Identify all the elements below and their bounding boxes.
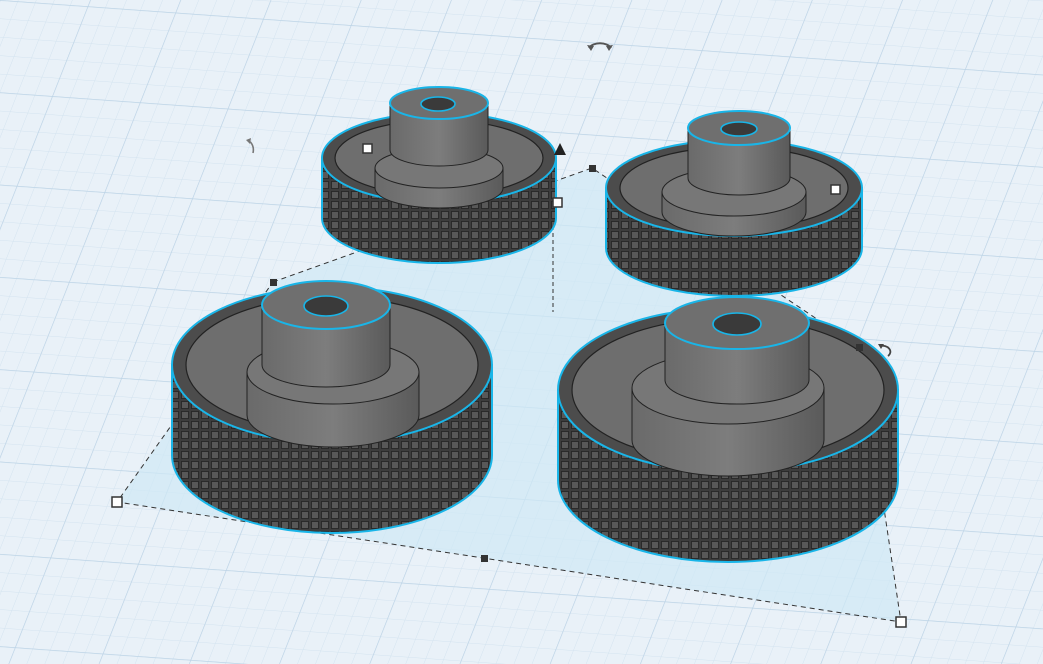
wheel-front-left[interactable] <box>171 280 493 534</box>
resize-handle-front-right[interactable] <box>895 616 907 628</box>
workplane-canvas[interactable] <box>0 0 1043 664</box>
resize-handle-back-mid[interactable] <box>552 197 563 208</box>
resize-handle-back-left[interactable] <box>362 143 373 154</box>
edge-handle-front[interactable] <box>481 555 488 562</box>
edge-handle-back[interactable] <box>589 165 596 172</box>
wheel-front-right[interactable] <box>557 296 899 563</box>
edge-handle-left[interactable] <box>270 279 277 286</box>
workplane-viewport[interactable] <box>0 0 1043 664</box>
resize-handle-back-right[interactable] <box>830 184 841 195</box>
resize-handle-front-left[interactable] <box>111 496 123 508</box>
edge-handle-right[interactable] <box>856 344 863 351</box>
